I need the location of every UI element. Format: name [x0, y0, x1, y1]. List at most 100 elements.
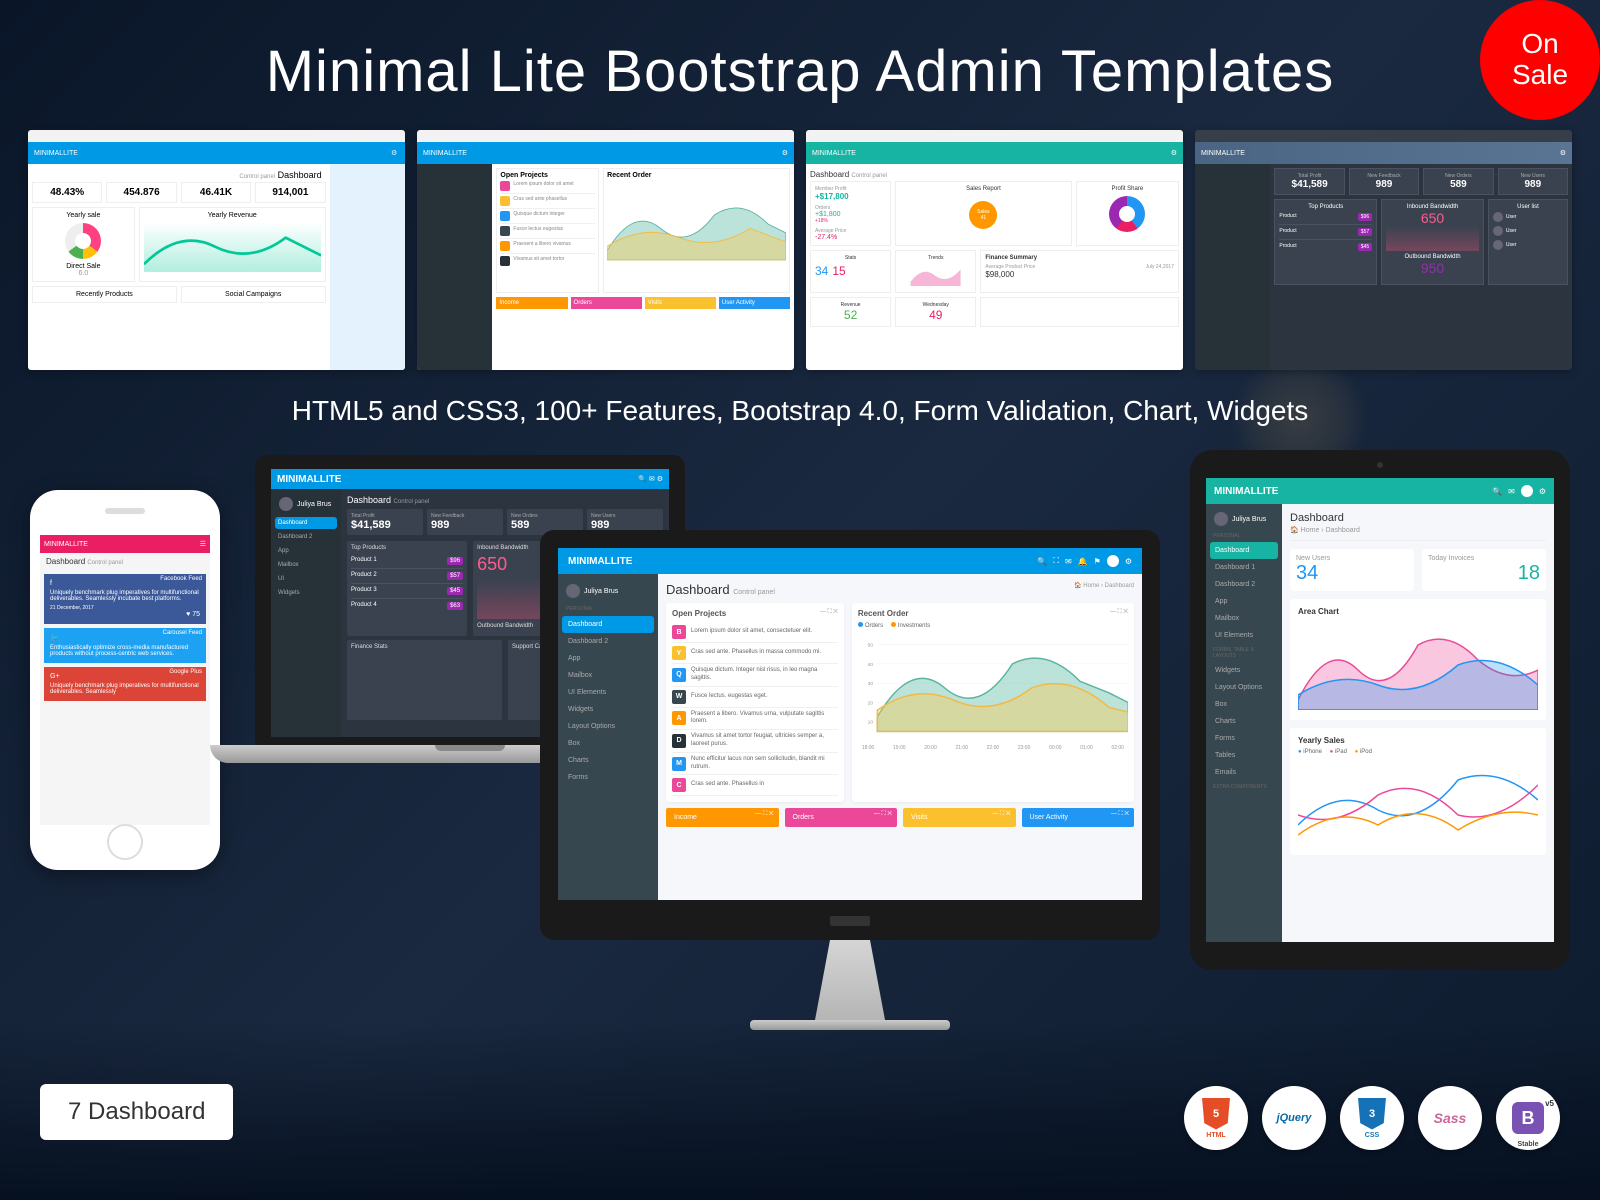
stat-value: -27.4%	[815, 234, 886, 241]
panel-title: Finance Stats	[351, 644, 498, 650]
search-icon[interactable]: 🔍	[1037, 557, 1047, 566]
project-item[interactable]: YCras sed ante. Phasellus in massa commo…	[672, 643, 838, 664]
sidebar-item[interactable]: Forms	[1210, 730, 1278, 747]
mail-icon[interactable]: ✉	[1065, 557, 1072, 566]
visits-card[interactable]: Visits	[645, 297, 716, 309]
sidebar-item[interactable]: Emails	[1210, 764, 1278, 781]
brand-logo: MINIMALLITE	[568, 556, 632, 567]
panel-controls[interactable]: — ⛶ ✕	[820, 609, 838, 618]
subtitle: HTML5 and CSS3, 100+ Features, Bootstrap…	[0, 395, 1600, 427]
google-plus-card[interactable]: G+Google Plus Uniquely benchmark plug im…	[44, 667, 206, 701]
panel-title: Open Projects	[500, 172, 595, 179]
project-item[interactable]: DVivamus sit amet tortor feugiat, ultric…	[672, 730, 838, 753]
thumbnail-dashboard-2[interactable]: MINIMALLITE⚙ Open Projects Lorem ipsum d…	[417, 130, 794, 370]
sidebar	[1195, 164, 1270, 370]
mail-icon[interactable]: ✉	[1508, 487, 1515, 496]
avatar[interactable]	[1521, 485, 1533, 497]
sidebar-item[interactable]: Widgets	[562, 701, 654, 718]
sidebar-item[interactable]: Tables	[1210, 747, 1278, 764]
bootstrap-icon: Bv5 Stable	[1496, 1086, 1560, 1150]
sidebar-item[interactable]: Dashboard 1	[1210, 559, 1278, 576]
project-item[interactable]: QQuisque dictum. Integer nisl risus, in …	[672, 664, 838, 687]
project-item[interactable]: WFusce lectus. eugestas eget.	[672, 687, 838, 708]
sidebar-item[interactable]: UI Elements	[1210, 627, 1278, 644]
svg-text:40: 40	[867, 662, 873, 668]
sidebar-item[interactable]: Layout Options	[562, 718, 654, 735]
flag-icon[interactable]: ⚑	[1094, 557, 1101, 566]
sidebar-item[interactable]: Mailbox	[275, 559, 337, 571]
stat-value: 46.41K	[186, 187, 246, 198]
gear-icon[interactable]: ⚙	[1539, 487, 1546, 496]
sidebar-item[interactable]: App	[562, 650, 654, 667]
stat-value: 48.43%	[37, 187, 97, 198]
user-activity-card[interactable]: User Activity— ⛶ ✕	[1022, 808, 1135, 827]
orders-card[interactable]: Orders— ⛶ ✕	[785, 808, 898, 827]
sidebar: Juliya Brus Dashboard Dashboard 2 App Ma…	[271, 489, 341, 737]
sidebar-item[interactable]: Mailbox	[562, 667, 654, 684]
income-card[interactable]: Income— ⛶ ✕	[666, 808, 779, 827]
sidebar-item-dashboard[interactable]: Dashboard	[562, 616, 654, 633]
stat-value: 34	[815, 264, 828, 278]
tablet-mockup: MINIMALLITE 🔍 ✉ ⚙ Juliya Brus PERSONAL D…	[1190, 450, 1570, 970]
sidebar-item[interactable]: Forms	[562, 769, 654, 786]
stat-value: 18	[1428, 562, 1540, 585]
area-chart: 5040302010 18:0019:0020:0021:0022:0023:0…	[858, 633, 1128, 773]
sidebar-item[interactable]: UI Elements	[562, 684, 654, 701]
header-icons: 🔍 ⛶ ✉ 🔔 ⚑ ⚙	[1037, 555, 1132, 567]
sidebar-item[interactable]: Dashboard 2	[275, 531, 337, 543]
sidebar-item[interactable]: Layout Options	[1210, 679, 1278, 696]
sidebar-item-dashboard[interactable]: Dashboard	[1210, 542, 1278, 559]
thumbnail-dashboard-4[interactable]: MINIMALLITE⚙ Total Profit$41,589 New Fee…	[1195, 130, 1572, 370]
sidebar-item-dashboard[interactable]: Dashboard	[275, 517, 337, 529]
page-title: Minimal Lite Bootstrap Admin Templates	[0, 38, 1600, 105]
expand-icon[interactable]: ⛶	[1053, 556, 1059, 566]
thumbnail-dashboard-3[interactable]: MINIMALLITE⚙ Dashboard Control panel Mem…	[806, 130, 1183, 370]
project-item[interactable]: BLorem ipsum dolor sit amet, consectetue…	[672, 622, 838, 643]
panel-controls[interactable]: — ⛶ ✕	[1110, 609, 1128, 618]
sidebar-item[interactable]: Dashboard 2	[562, 633, 654, 650]
sidebar-section-label: PERSONAL	[562, 602, 654, 616]
orders-card[interactable]: Orders	[571, 297, 642, 309]
stat-value: 589	[1428, 179, 1488, 190]
facebook-card[interactable]: fFacebook Feed Uniquely benchmark plug i…	[44, 574, 206, 624]
avatar[interactable]	[1107, 555, 1119, 567]
sidebar-item[interactable]: UI	[275, 573, 337, 585]
twitter-card[interactable]: 🐦Carousel Feed Enthusiastically optimize…	[44, 628, 206, 663]
activity-card[interactable]: User Activity	[719, 297, 790, 309]
stat-value: 914,001	[260, 187, 320, 198]
panel-title: Recent Order	[607, 172, 786, 179]
project-item[interactable]: APraesent a libero. Vivamus urna, vulput…	[672, 708, 838, 731]
sidebar-item[interactable]: App	[275, 545, 337, 557]
project-item[interactable]: MNunc efficitur lacus non sem sollicitud…	[672, 753, 838, 776]
sidebar-item[interactable]: App	[1210, 593, 1278, 610]
brand-logo: MINIMALLITE	[1214, 486, 1278, 497]
sidebar-item[interactable]: Box	[562, 735, 654, 752]
dashboard-count-badge: 7 Dashboard	[40, 1084, 233, 1140]
desktop-mockup: MINIMALLITE 🔍 ⛶ ✉ 🔔 ⚑ ⚙ Juliya Brus PE	[540, 530, 1160, 1050]
phone-mockup: MINIMALLITE☰ Dashboard Control panel fFa…	[30, 490, 220, 870]
stat-value: 989	[431, 519, 499, 531]
dashboard-title: Dashboard	[347, 495, 391, 505]
html5-icon: 5HTML	[1184, 1086, 1248, 1150]
bell-icon[interactable]: 🔔	[1078, 557, 1088, 566]
sidebar-item[interactable]: Dashboard 2	[1210, 576, 1278, 593]
sidebar-item[interactable]: Charts	[1210, 713, 1278, 730]
stat-value: +18%	[815, 218, 886, 224]
sidebar-item[interactable]: Mailbox	[1210, 610, 1278, 627]
sidebar-item[interactable]: Widgets	[1210, 662, 1278, 679]
search-icon[interactable]: 🔍	[1492, 487, 1502, 496]
gear-icon[interactable]: ⚙	[1125, 557, 1132, 566]
stat-value: 49	[900, 308, 971, 322]
chart-legend: Orders Investments	[858, 622, 1128, 629]
project-item[interactable]: CCras sed ante. Phasellus in	[672, 775, 838, 796]
thumbnails-row: MINIMALLITE⚙ Control panel Dashboard 48.…	[28, 130, 1572, 370]
stat-value: 950	[1386, 260, 1479, 276]
sidebar-item[interactable]: Charts	[562, 752, 654, 769]
line-chart	[1298, 755, 1538, 845]
sidebar-item[interactable]: Widgets	[275, 587, 337, 599]
thumbnail-dashboard-1[interactable]: MINIMALLITE⚙ Control panel Dashboard 48.…	[28, 130, 405, 370]
stat-value: 454.876	[111, 187, 171, 198]
sidebar-item[interactable]: Box	[1210, 696, 1278, 713]
income-card[interactable]: Income	[496, 297, 567, 309]
visits-card[interactable]: Visits— ⛶ ✕	[903, 808, 1016, 827]
